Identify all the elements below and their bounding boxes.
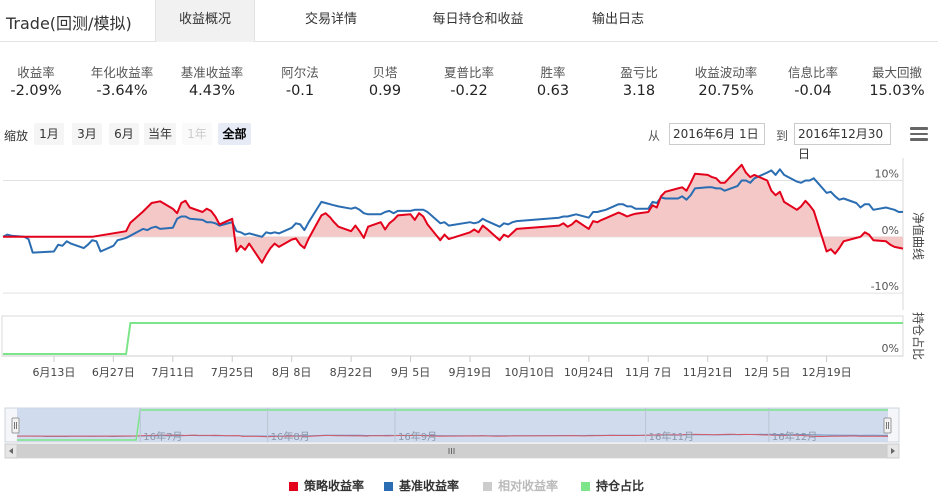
navigator-label: 16年9月 bbox=[398, 430, 437, 443]
returns-chart: 10% 0% -10% 净值曲线 0% 持仓占比 6月13日 6月27日 7月11日 7月… bbox=[1, 158, 926, 459]
x-tick-label: 8月22日 bbox=[330, 366, 373, 379]
x-tick-label: 12月 5日 bbox=[744, 366, 791, 379]
position-y-axis-label: 持仓占比 bbox=[911, 312, 926, 360]
x-tick-label: 10月24日 bbox=[564, 366, 614, 379]
x-tick-label: 11月21日 bbox=[683, 366, 733, 379]
navigator[interactable]: 16年7月 16年8月 16年9月 16年11月 16年12月 bbox=[4, 407, 900, 443]
navigator-label: 16年8月 bbox=[271, 430, 310, 443]
x-tick-label: 8月 8日 bbox=[272, 366, 312, 379]
navigator-left-handle[interactable] bbox=[11, 417, 20, 434]
strategy-return-area bbox=[3, 164, 903, 263]
scrollbar-thumb[interactable] bbox=[17, 444, 888, 458]
main-y-axis-label: 净值曲线 bbox=[911, 212, 926, 260]
legend-strategy-return[interactable]: 策略收益率 bbox=[289, 477, 364, 494]
y-tick-label: 0% bbox=[882, 224, 899, 237]
navigator-right-handle[interactable] bbox=[883, 417, 892, 434]
scrollbar[interactable] bbox=[4, 443, 900, 459]
x-tick-label: 10月10日 bbox=[504, 366, 554, 379]
x-tick-label: 7月25日 bbox=[211, 366, 254, 379]
main-panel: 10% 0% -10% 净值曲线 bbox=[2, 158, 926, 310]
x-tick-label: 7月11日 bbox=[151, 366, 194, 379]
legend-swatch bbox=[581, 482, 590, 491]
legend-relative-return[interactable]: 相对收益率 bbox=[483, 477, 558, 494]
x-axis: 6月13日 6月27日 7月11日 7月25日 8月 8日 8月22日 9月 5日 9月19日… bbox=[3, 355, 903, 379]
x-tick-label: 9月 5日 bbox=[391, 366, 431, 379]
navigator-label: 16年7月 bbox=[143, 430, 182, 443]
position-panel: 0% 持仓占比 bbox=[1, 312, 926, 360]
x-tick-label: 6月27日 bbox=[92, 366, 135, 379]
y-tick-label: 10% bbox=[875, 168, 899, 181]
legend-swatch bbox=[289, 482, 298, 491]
legend-position-ratio[interactable]: 持仓占比 bbox=[581, 477, 644, 494]
x-tick-label: 11月 7日 bbox=[625, 366, 672, 379]
legend-label: 基准收益率 bbox=[399, 479, 460, 493]
x-tick-label: 12月19日 bbox=[802, 366, 852, 379]
legend-benchmark-return[interactable]: 基准收益率 bbox=[384, 477, 459, 494]
x-tick-label: 6月13日 bbox=[32, 366, 75, 379]
position-y-tick-label: 0% bbox=[882, 342, 899, 355]
y-tick-label: -10% bbox=[871, 280, 899, 293]
x-tick-label: 9月19日 bbox=[448, 366, 491, 379]
navigator-label: 16年11月 bbox=[649, 430, 694, 443]
legend-swatch bbox=[384, 482, 393, 491]
chart-legend: 策略收益率 基准收益率 相对收益率 持仓占比 bbox=[0, 476, 938, 494]
legend-label: 策略收益率 bbox=[304, 479, 365, 493]
legend-label: 持仓占比 bbox=[596, 479, 645, 493]
legend-label: 相对收益率 bbox=[498, 479, 559, 493]
navigator-label: 16年12月 bbox=[772, 430, 817, 443]
legend-swatch bbox=[483, 482, 492, 491]
